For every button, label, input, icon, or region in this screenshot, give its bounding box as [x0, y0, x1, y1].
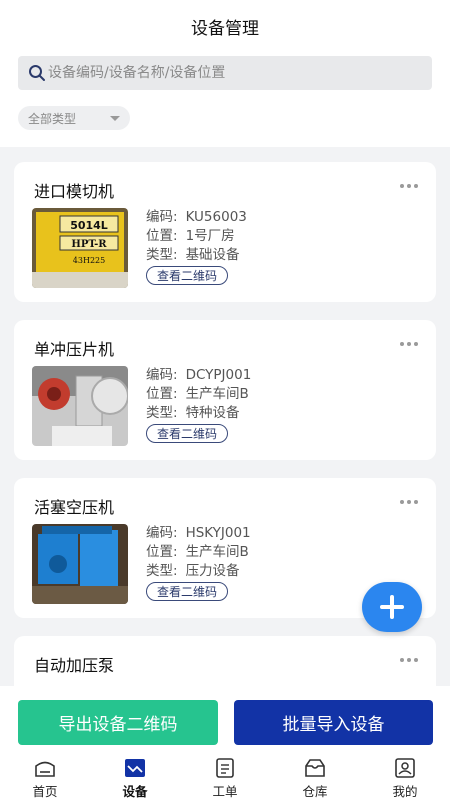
type-filter-value: 全部类型 — [28, 111, 77, 126]
equipment-card[interactable]: 进口模切机 5014L HPT-R 43H225 编码: KU56003 位置: 1… — [14, 162, 436, 302]
photo-label-serial: 43H225 — [73, 256, 105, 265]
warehouse-icon — [305, 759, 325, 777]
top-header: 设备管理 全部类型 — [0, 0, 450, 147]
tab-work-order[interactable]: 工单 — [195, 758, 255, 800]
equipment-info: 编码: KU56003 位置: 1号厂房 类型: 基础设备 — [146, 209, 247, 263]
bottom-tab-bar: 首页 设备 工单 仓库 我的 — [0, 752, 450, 800]
view-qr-button[interactable]: 查看二维码 — [146, 424, 229, 443]
tab-equipment[interactable]: 设备 — [105, 758, 165, 800]
search-icon — [29, 65, 45, 81]
equipment-code: HSKYJ001 — [185, 525, 251, 541]
bottom-action-bar: 导出设备二维码 批量导入设备 — [0, 686, 450, 752]
page-title: 设备管理 — [191, 19, 259, 39]
view-qr-button[interactable]: 查看二维码 — [146, 266, 229, 285]
tab-profile[interactable]: 我的 — [375, 758, 435, 800]
equipment-name: 活塞空压机 — [34, 498, 115, 517]
equipment-location: 生产车间B — [185, 386, 249, 402]
equipment-name: 自动加压泵 — [34, 656, 115, 675]
equipment-info: 编码: DCYPJ001 位置: 生产车间B 类型: 特种设备 — [146, 367, 252, 421]
search-bar[interactable] — [18, 56, 432, 90]
equipment-location: 1号厂房 — [185, 228, 235, 244]
more-options-icon[interactable] — [400, 342, 418, 346]
add-equipment-button[interactable] — [362, 582, 422, 632]
home-icon — [35, 761, 55, 777]
equipment-location: 生产车间B — [185, 544, 249, 560]
equipment-name: 进口模切机 — [34, 182, 115, 201]
more-options-icon[interactable] — [400, 658, 418, 662]
more-options-icon[interactable] — [400, 184, 418, 188]
equipment-code: DCYPJ001 — [185, 367, 252, 383]
dropdown-arrow-icon — [110, 116, 120, 121]
equipment-icon — [125, 759, 145, 777]
view-qr-button[interactable]: 查看二维码 — [146, 582, 229, 601]
photo-label-code: HPT-R — [71, 239, 107, 250]
equipment-card[interactable]: 单冲压片机 编码: DCYPJ001 位置: 生产车间B 类型: 特种设备 查看二维码 — [14, 320, 436, 460]
equipment-type: 压力设备 — [185, 563, 240, 579]
equipment-photo — [32, 524, 128, 604]
photo-label-model: 5014L — [70, 219, 108, 232]
export-qr-button[interactable]: 导出设备二维码 — [18, 700, 218, 745]
equipment-name: 单冲压片机 — [34, 340, 115, 359]
tab-home[interactable]: 首页 — [15, 758, 75, 800]
search-input[interactable] — [48, 65, 408, 81]
tab-warehouse[interactable]: 仓库 — [285, 758, 345, 800]
equipment-photo — [32, 366, 128, 446]
work-order-icon — [216, 758, 234, 778]
type-filter-dropdown[interactable]: 全部类型 — [18, 106, 130, 130]
equipment-type: 基础设备 — [185, 247, 240, 263]
batch-import-button[interactable]: 批量导入设备 — [234, 700, 433, 745]
equipment-type: 特种设备 — [185, 405, 240, 421]
equipment-info: 编码: HSKYJ001 位置: 生产车间B 类型: 压力设备 — [146, 525, 251, 579]
profile-icon — [395, 758, 415, 778]
equipment-code: KU56003 — [185, 209, 247, 225]
more-options-icon[interactable] — [400, 500, 418, 504]
equipment-photo: 5014L HPT-R 43H225 — [32, 208, 128, 288]
